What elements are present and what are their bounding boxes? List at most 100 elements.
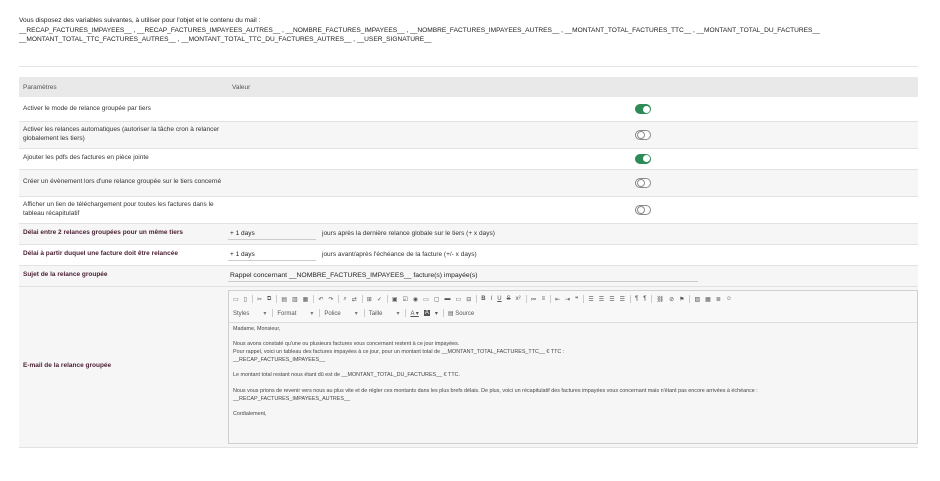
hidden-field-icon[interactable]: ⊟ xyxy=(466,296,471,303)
cut-icon[interactable]: ✂ xyxy=(257,296,262,303)
select-icon[interactable]: ▬ xyxy=(445,296,451,302)
paste-text-icon[interactable]: ▥ xyxy=(292,296,298,303)
font-select[interactable]: Police ▾ xyxy=(324,310,357,317)
header-value: Valeur xyxy=(228,77,918,97)
table-row: Délai entre 2 relances groupées pour un … xyxy=(19,223,918,245)
strike-icon[interactable]: S xyxy=(507,296,511,302)
new-page-icon[interactable]: ▭ xyxy=(233,296,239,303)
variables-help: Vous disposez des variables suivantes, à… xyxy=(19,16,919,45)
redo-icon[interactable]: ↷ xyxy=(328,296,333,303)
rtl-icon[interactable]: ¶ xyxy=(643,296,646,302)
email-editor[interactable]: ▭ ▯ ✂ ⧉ ▤ ▥ ▦ ↶ ↷ ⌕ ⇄ ⊞ ✓ ▣ ☑ ◉ ▭ ▢ ▬ ▭ … xyxy=(228,289,918,444)
delay-invoice-label: Délai à partir duquel une facture doit ê… xyxy=(19,244,228,266)
table-row: E-mail de la relance groupée ▭ ▯ ✂ ⧉ ▤ ▥… xyxy=(19,286,918,448)
email-line: Nous avons constaté qu'une ou plusieurs … xyxy=(233,341,460,348)
toggle-on-icon[interactable] xyxy=(635,153,651,164)
outdent-icon[interactable]: ⇤ xyxy=(555,296,560,303)
blockquote-icon[interactable]: ❞ xyxy=(575,296,578,303)
email-line: __RECAP_FACTURES_IMPAYEES__ xyxy=(233,356,326,363)
delay-between-label: Délai entre 2 relances groupées pour un … xyxy=(19,223,228,245)
setting-label: Afficher un lien de téléchargement pour … xyxy=(19,196,228,224)
find-icon[interactable]: ⌕ xyxy=(343,296,346,303)
toggle-on-icon[interactable] xyxy=(635,104,651,114)
toolbar-row-1: ▭ ▯ ✂ ⧉ ▤ ▥ ▦ ↶ ↷ ⌕ ⇄ ⊞ ✓ ▣ ☑ ◉ ▭ ▢ ▬ ▭ … xyxy=(233,294,913,305)
link-icon[interactable]: ⛓ xyxy=(656,296,664,303)
replace-icon[interactable]: ⇄ xyxy=(352,296,357,303)
format-select[interactable]: Format ▾ xyxy=(277,310,313,317)
table-row: Activer les relances automatiques (autor… xyxy=(19,121,918,149)
settings-table: Paramètres Valeur Activer le mode de rel… xyxy=(19,77,918,448)
paste-word-icon[interactable]: ▦ xyxy=(303,296,309,303)
chevron-down-icon: ▾ xyxy=(396,310,400,317)
separator xyxy=(19,66,918,67)
button-icon[interactable]: ▭ xyxy=(456,296,462,303)
setting-value xyxy=(228,169,918,197)
setting-value xyxy=(228,148,918,170)
setting-label: Ajouter les pdfs des factures en pièce j… xyxy=(19,148,228,170)
subject-input[interactable]: Rappel concernant __NOMBRE_FACTURES_IMPA… xyxy=(228,269,698,282)
bold-icon[interactable]: B xyxy=(481,296,485,302)
textarea-icon[interactable]: ▢ xyxy=(434,296,440,303)
editor-body[interactable]: Madame, Monsieur, Nous avons constaté qu… xyxy=(229,323,917,443)
paste-icon[interactable]: ▤ xyxy=(281,296,287,303)
align-center-icon[interactable]: ☰ xyxy=(599,296,604,303)
superscript-icon[interactable]: x² xyxy=(516,296,521,302)
numbered-list-icon[interactable]: ≔ xyxy=(531,296,537,303)
delay-invoice-value: + 1 days jours avant/après l'échéance de … xyxy=(228,244,918,266)
email-line: Madame, Monsieur, xyxy=(233,325,281,332)
radio-icon[interactable]: ◉ xyxy=(413,296,418,303)
italic-icon[interactable]: I xyxy=(491,296,493,302)
delay-invoice-input[interactable]: + 1 days xyxy=(228,249,316,261)
email-line: Pour rappel, voici un tableau des factur… xyxy=(233,348,565,355)
table-row: Activer le mode de relance groupée par t… xyxy=(19,97,918,122)
delay-between-value: + 1 days jours après la dernière relance … xyxy=(228,223,918,245)
toggle-off-icon[interactable] xyxy=(635,204,651,215)
copy-icon[interactable]: ⧉ xyxy=(267,296,271,303)
setting-label: Activer les relances automatiques (autor… xyxy=(19,121,228,149)
email-line: Le montant total restant nous étant dû e… xyxy=(233,372,461,379)
source-button[interactable]: ▤ Source xyxy=(448,310,474,317)
templates-icon[interactable]: ▯ xyxy=(244,296,247,303)
setting-value xyxy=(228,121,918,149)
email-line: Nous vous prions de revenir vers nous au… xyxy=(233,387,758,394)
checkbox-icon[interactable]: ☑ xyxy=(403,296,408,303)
variables-intro: Vous disposez des variables suivantes, à… xyxy=(19,17,261,24)
setting-value xyxy=(228,97,918,122)
textfield-icon[interactable]: ▭ xyxy=(423,296,429,303)
bullet-list-icon[interactable]: ≡ xyxy=(542,296,546,302)
setting-label: Créer un évènement lors d'une relance gr… xyxy=(19,169,228,197)
chevron-down-icon: ▾ xyxy=(263,310,267,317)
ltr-icon[interactable]: ¶ xyxy=(635,296,638,302)
horizontal-rule-icon[interactable]: ≣ xyxy=(716,296,721,303)
align-justify-icon[interactable]: ☰ xyxy=(620,296,625,303)
bg-color-icon[interactable]: A xyxy=(423,310,430,316)
image-icon[interactable]: ▨ xyxy=(694,296,700,303)
emoji-icon[interactable]: ☺ xyxy=(726,296,732,302)
anchor-icon[interactable]: ⚑ xyxy=(679,296,684,303)
unlink-icon[interactable]: ⊘ xyxy=(669,296,674,303)
email-value: ▭ ▯ ✂ ⧉ ▤ ▥ ▦ ↶ ↷ ⌕ ⇄ ⊞ ✓ ▣ ☑ ◉ ▭ ▢ ▬ ▭ … xyxy=(228,286,918,448)
toggle-off-icon[interactable] xyxy=(635,177,651,188)
size-select[interactable]: Taille ▾ xyxy=(369,310,400,317)
email-line: Cordialement, xyxy=(233,411,267,418)
align-left-icon[interactable]: ☰ xyxy=(588,296,593,303)
select-all-icon[interactable]: ⊞ xyxy=(367,296,372,303)
align-right-icon[interactable]: ☰ xyxy=(609,296,614,303)
form-icon[interactable]: ▣ xyxy=(392,296,398,303)
underline-icon[interactable]: U xyxy=(497,296,501,302)
styles-select[interactable]: Styles ▾ xyxy=(233,310,266,317)
toggle-off-icon[interactable] xyxy=(635,129,651,140)
indent-icon[interactable]: ⇥ xyxy=(565,296,570,303)
text-color-icon[interactable]: A ▾ xyxy=(410,310,418,317)
table-header: Paramètres Valeur xyxy=(19,77,918,97)
toolbar-row-2: Styles ▾ Format ▾ Police ▾ Taille ▾ A ▾ A ▾ … xyxy=(233,308,913,319)
setting-label: Activer le mode de relance groupée par t… xyxy=(19,97,228,122)
table-icon[interactable]: ▦ xyxy=(705,296,711,303)
undo-icon[interactable]: ↶ xyxy=(318,296,323,303)
table-row: Afficher un lien de téléchargement pour … xyxy=(19,196,918,224)
delay-invoice-suffix: jours avant/après l'échéance de la factu… xyxy=(322,251,477,258)
spellcheck-icon[interactable]: ✓ xyxy=(377,296,382,303)
delay-between-input[interactable]: + 1 days xyxy=(228,228,316,240)
subject-value: Rappel concernant __NOMBRE_FACTURES_IMPA… xyxy=(228,265,918,287)
chevron-down-icon[interactable]: ▾ xyxy=(435,310,438,317)
